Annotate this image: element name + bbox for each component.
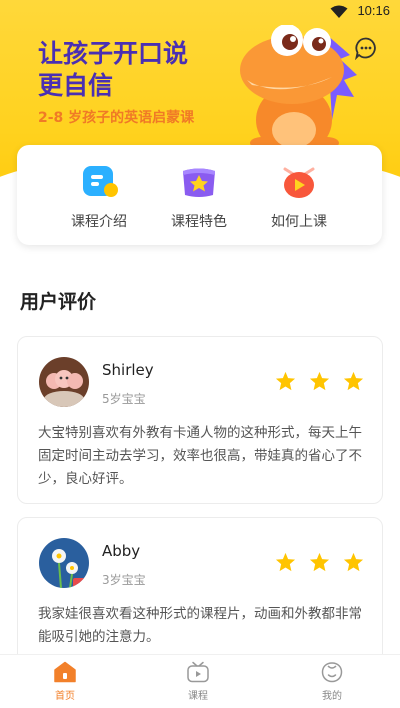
profile-icon (321, 662, 343, 683)
star-icon (343, 371, 364, 391)
tv-icon (187, 661, 209, 683)
reviewer-name: Shirley (102, 361, 154, 379)
hero-subtitle: 2-8 岁孩子的英语启蒙课 (38, 110, 195, 126)
hero-title-line1: 让孩子开口说 (38, 39, 189, 68)
avatar (39, 538, 89, 588)
tab-profile-label: 我的 (322, 691, 342, 702)
course-intro-icon (83, 166, 118, 197)
home-icon (54, 661, 76, 683)
hero-title: 让孩子开口说 更自信 (38, 38, 188, 102)
star-icon (309, 371, 329, 391)
how-to-class-icon (283, 167, 315, 198)
tab-courses[interactable]: 课程 (158, 661, 238, 702)
avatar (39, 357, 89, 407)
status-time: 10:16 (357, 3, 390, 18)
how-to-class-button[interactable]: 如何上课 (249, 163, 349, 231)
review-text: 我家娃很喜欢看这种形式的课程片，动画和外教都非常能吸引她的注意力。 (38, 606, 362, 645)
wifi-icon (330, 5, 348, 18)
course-menu-card: 课程介绍 课程特色 如何上课 (17, 145, 382, 245)
tab-home[interactable]: 首页 (25, 661, 105, 702)
bottom-tab-bar: 首页 课程 我的 (0, 654, 400, 708)
course-intro-label: 课程介绍 (71, 214, 127, 230)
course-intro-button[interactable]: 课程介绍 (49, 163, 149, 231)
review-card: Abby 3岁宝宝 我家娃很喜欢看这种形式的课程片，动画和外教都非常能吸引她的注… (17, 517, 383, 669)
star-icon (309, 552, 329, 572)
tab-profile[interactable]: 我的 (292, 661, 372, 702)
review-card: Shirley 5岁宝宝 大宝特别喜欢有外教有卡通人物的这种形式，每天上午固定时… (17, 336, 383, 504)
star-icon (275, 552, 295, 572)
reviewer-age: 3岁宝宝 (102, 573, 146, 587)
star-icon (343, 552, 364, 572)
status-bar: 10:16 (0, 0, 400, 24)
chat-icon[interactable] (354, 36, 378, 60)
hero-title-line2: 更自信 (38, 71, 114, 100)
reviews-section-title: 用户评价 (20, 291, 97, 313)
star-icon (275, 371, 295, 391)
how-to-class-label: 如何上课 (271, 214, 327, 230)
reviewer-age: 5岁宝宝 (102, 392, 146, 406)
course-feature-icon (183, 168, 215, 197)
rating-stars (267, 371, 364, 395)
course-feature-button[interactable]: 课程特色 (149, 163, 249, 231)
review-text: 大宝特别喜欢有外教有卡通人物的这种形式，每天上午固定时间主动去学习，效率也很高，… (38, 425, 362, 487)
reviewer-name: Abby (102, 542, 141, 560)
course-feature-label: 课程特色 (171, 214, 227, 230)
rating-stars (267, 552, 364, 576)
tab-home-label: 首页 (55, 691, 75, 702)
dinosaur-mascot-icon (240, 25, 357, 155)
tab-courses-label: 课程 (188, 691, 208, 702)
